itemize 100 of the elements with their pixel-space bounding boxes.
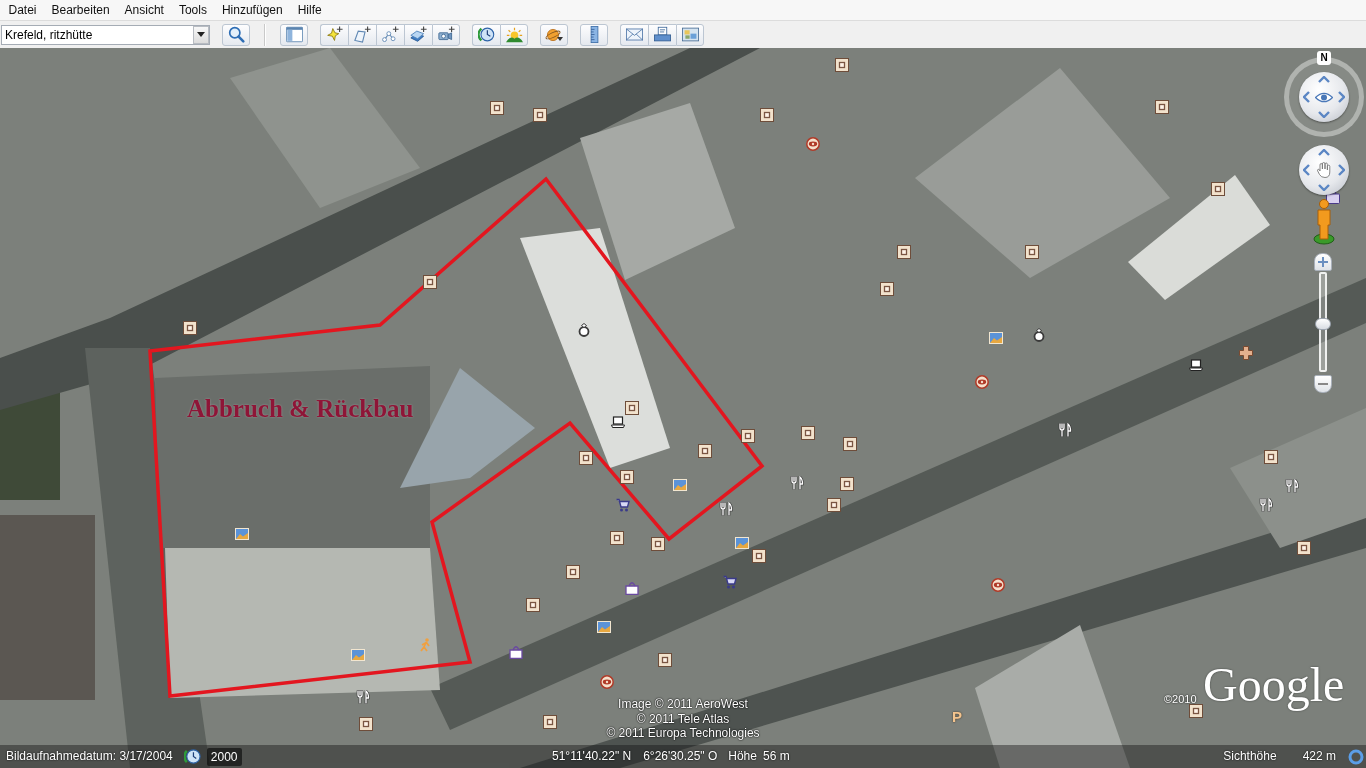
square-marker-icon[interactable] — [526, 598, 540, 612]
eye-icon[interactable] — [975, 375, 989, 389]
fork-knife-icon[interactable] — [1285, 479, 1299, 493]
square-marker-icon[interactable] — [1025, 245, 1039, 259]
laptop-icon[interactable] — [1189, 358, 1203, 372]
menu-item[interactable]: Ansicht — [117, 1, 172, 19]
square-marker-icon[interactable] — [835, 58, 849, 72]
square-marker-icon[interactable] — [741, 429, 755, 443]
ring-icon[interactable] — [1032, 328, 1046, 342]
caret-down-icon — [197, 32, 205, 37]
minus-icon — [1318, 383, 1328, 385]
square-marker-icon[interactable] — [490, 101, 504, 115]
photo-icon[interactable] — [673, 478, 687, 492]
square-marker-icon[interactable] — [423, 275, 437, 289]
cart-icon[interactable] — [616, 498, 630, 512]
ring-icon[interactable] — [577, 323, 591, 337]
figure-icon[interactable] — [1313, 199, 1335, 245]
sidebar-button[interactable] — [280, 23, 308, 46]
zoom-in-button[interactable] — [1314, 253, 1332, 271]
chevron-down-icon[interactable] — [1318, 111, 1330, 118]
square-marker-icon[interactable] — [1189, 704, 1203, 718]
square-marker-icon[interactable] — [843, 437, 857, 451]
chevron-right-icon[interactable] — [1338, 91, 1345, 103]
sunlight-button[interactable] — [500, 23, 528, 46]
square-marker-icon[interactable] — [1211, 182, 1225, 196]
chevron-left-icon[interactable] — [1303, 164, 1310, 176]
cart-icon[interactable] — [723, 575, 737, 589]
photo-icon[interactable] — [735, 536, 749, 550]
menu-item[interactable]: Hilfe — [290, 1, 330, 19]
path-button[interactable] — [376, 23, 404, 46]
chevron-down-icon[interactable] — [1318, 184, 1330, 191]
menu-item[interactable]: Datei — [1, 1, 44, 19]
photo-icon[interactable] — [989, 331, 1003, 345]
handbag-icon[interactable] — [509, 645, 523, 659]
eye-icon[interactable] — [806, 137, 820, 151]
square-marker-icon[interactable] — [1155, 100, 1169, 114]
laptop-icon[interactable] — [611, 415, 625, 429]
print-button[interactable] — [648, 23, 676, 46]
fork-knife-icon[interactable] — [790, 476, 804, 490]
square-marker-icon[interactable] — [698, 444, 712, 458]
polygon-button[interactable] — [348, 23, 376, 46]
square-marker-icon[interactable] — [533, 108, 547, 122]
logo-copyright: ©2010 — [1164, 693, 1197, 706]
square-marker-icon[interactable] — [1297, 541, 1311, 555]
square-marker-icon[interactable] — [610, 531, 624, 545]
menu-item[interactable]: Tools — [171, 1, 215, 19]
email-button[interactable] — [620, 23, 648, 46]
area-label: Abbruch & Rückbau — [187, 394, 414, 424]
square-marker-icon[interactable] — [840, 477, 854, 491]
cross-icon[interactable] — [1239, 346, 1253, 360]
historical-imagery-button[interactable] — [472, 23, 500, 46]
fork-knife-icon[interactable] — [1259, 498, 1273, 512]
square-marker-icon[interactable] — [625, 401, 639, 415]
chevron-up-icon[interactable] — [1318, 149, 1330, 156]
chevron-left-icon[interactable] — [1303, 91, 1310, 103]
search-icon — [227, 26, 245, 43]
handbag-icon[interactable] — [625, 581, 639, 595]
square-marker-icon[interactable] — [579, 451, 593, 465]
menu-item[interactable]: Hinzufügen — [214, 1, 291, 19]
chevron-up-icon[interactable] — [1318, 76, 1330, 83]
search-field[interactable]: Krefeld, ritzhütte — [1, 24, 210, 45]
square-marker-icon[interactable] — [543, 715, 557, 729]
square-marker-icon[interactable] — [880, 282, 894, 296]
chevron-right-icon[interactable] — [1338, 164, 1345, 176]
photo-icon[interactable] — [351, 648, 365, 662]
photo-icon[interactable] — [597, 620, 611, 634]
image-overlay-button[interactable] — [404, 23, 432, 46]
eye-altitude-value: 422 m — [1302, 749, 1336, 764]
square-marker-icon[interactable] — [183, 321, 197, 335]
square-marker-icon[interactable] — [752, 549, 766, 563]
menu-item[interactable]: Bearbeiten — [44, 1, 118, 19]
photo-icon[interactable] — [235, 527, 249, 541]
fork-knife-icon[interactable] — [356, 690, 370, 704]
square-marker-icon[interactable] — [760, 108, 774, 122]
save-image-button[interactable] — [676, 23, 704, 46]
planet-button[interactable] — [540, 23, 568, 46]
placemark-button[interactable] — [320, 23, 348, 46]
square-marker-icon[interactable] — [359, 717, 373, 731]
sidebar-icon — [285, 26, 303, 43]
square-marker-icon[interactable] — [658, 653, 672, 667]
sunrise-icon — [505, 26, 523, 43]
path-plus-icon — [382, 26, 399, 43]
square-marker-icon[interactable] — [651, 537, 665, 551]
fork-knife-icon[interactable] — [1058, 423, 1072, 437]
latitude: 51°11'40.22" N — [552, 749, 632, 764]
square-marker-icon[interactable] — [827, 498, 841, 512]
eye-icon[interactable] — [991, 578, 1005, 592]
square-marker-icon[interactable] — [620, 470, 634, 484]
ruler-button[interactable] — [580, 23, 608, 46]
square-marker-icon[interactable] — [897, 245, 911, 259]
search-button[interactable] — [222, 23, 250, 46]
tour-button[interactable] — [432, 23, 460, 46]
fork-knife-icon[interactable] — [719, 502, 733, 516]
square-marker-icon[interactable] — [1264, 450, 1278, 464]
square-marker-icon[interactable] — [566, 565, 580, 579]
square-marker-icon[interactable] — [801, 426, 815, 440]
eye-icon[interactable] — [600, 675, 614, 689]
attribution-text: © 2011 Europa Technologies — [606, 726, 760, 741]
zoom-out-button[interactable] — [1314, 375, 1332, 393]
clock-icon[interactable] — [183, 748, 201, 765]
